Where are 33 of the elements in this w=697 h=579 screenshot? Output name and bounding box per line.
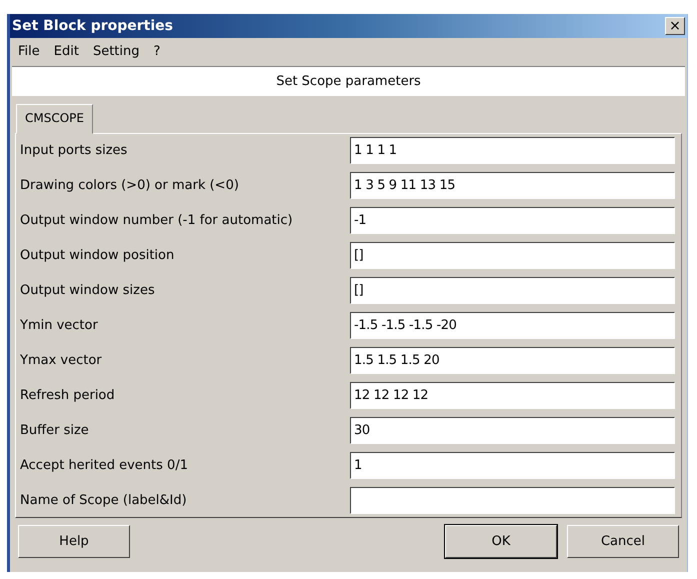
field-label: Output window number (-1 for automatic): [20, 213, 294, 228]
input-field[interactable]: 1 1 1 1: [350, 137, 675, 164]
input-field[interactable]: 1 3 5 9 11 13 15: [350, 172, 675, 199]
field-label: Input ports sizes: [20, 143, 128, 158]
input-field[interactable]: 1: [350, 452, 675, 479]
close-button[interactable]: ×: [665, 17, 685, 35]
header-text: Set Scope parameters: [12, 66, 685, 96]
field-label: Refresh period: [20, 388, 116, 403]
field-label: Name of Scope (label&Id): [20, 493, 188, 508]
input-field[interactable]: 12 12 12 12: [350, 382, 675, 409]
field-label: Ymax vector: [20, 353, 103, 368]
menu-item[interactable]: Setting: [92, 44, 140, 58]
input-field[interactable]: []: [350, 242, 675, 269]
menu-item[interactable]: Edit: [54, 44, 79, 58]
input-field[interactable]: -1.5 -1.5 -1.5 -20: [350, 312, 675, 339]
field-label: Output window position: [20, 248, 176, 263]
tab[interactable]: CMSCOPE: [16, 104, 93, 134]
menu-item[interactable]: ?: [154, 44, 160, 58]
input-field[interactable]: -1: [350, 207, 675, 234]
field-label: Drawing colors (>0) or mark (<0): [20, 178, 240, 193]
help-button[interactable]: Help: [18, 525, 130, 558]
field-label: Buffer size: [20, 423, 90, 438]
field-label: Ymin vector: [20, 318, 99, 333]
ok-button[interactable]: OK: [445, 525, 557, 558]
field-label: Output window sizes: [20, 283, 156, 298]
input-field[interactable]: 30: [350, 417, 675, 444]
input-field[interactable]: [350, 487, 675, 514]
input-field[interactable]: 1.5 1.5 1.5 20: [350, 347, 675, 374]
window-title: Set Block properties: [12, 18, 173, 34]
cancel-button[interactable]: Cancel: [567, 525, 679, 558]
input-field[interactable]: []: [350, 277, 675, 304]
menu-item[interactable]: File: [18, 44, 40, 58]
field-label: Accept herited events 0/1: [20, 458, 189, 473]
